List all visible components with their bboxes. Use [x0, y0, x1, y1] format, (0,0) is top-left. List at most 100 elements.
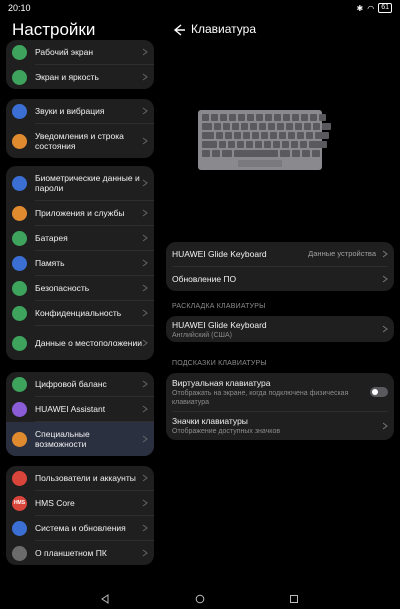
system-icon: [12, 520, 27, 536]
chevron-right-icon: [142, 284, 148, 292]
settings-item-label: Безопасность: [35, 282, 90, 293]
nav-recents-icon[interactable]: [289, 594, 299, 604]
settings-item-label: Память: [35, 257, 65, 268]
chevron-right-icon: [142, 234, 148, 242]
settings-item-system[interactable]: Система и обновления: [6, 516, 154, 540]
hms-icon: HMS: [12, 495, 27, 511]
navigation-bar: [0, 590, 400, 609]
settings-item-display[interactable]: Экран и яркость: [6, 65, 154, 89]
storage-icon: [12, 255, 27, 271]
settings-item-shield[interactable]: Безопасность: [6, 276, 154, 300]
settings-item-label: Цифровой баланс: [35, 378, 107, 389]
chevron-right-icon: [142, 435, 148, 443]
accessibility-icon: [12, 431, 27, 447]
section-keyboard-layout: РАСКЛАДКА КЛАВИАТУРЫ: [172, 303, 266, 310]
settings-item-storage[interactable]: Память: [6, 251, 154, 275]
glide-keyboard-device-item[interactable]: HUAWEI Glide Keyboard Данные устройства: [166, 242, 394, 266]
info-icon: [12, 545, 27, 561]
settings-item-digital-balance[interactable]: Цифровой баланс: [6, 372, 154, 396]
settings-item-privacy[interactable]: Конфиденциальность: [6, 301, 154, 325]
chevron-right-icon: [382, 275, 388, 283]
chevron-right-icon: [142, 549, 148, 557]
settings-item-location[interactable]: Данные о местоположении: [6, 326, 154, 360]
keyboard-page-title: Клавиатура: [191, 22, 256, 36]
settings-item-apps[interactable]: Приложения и службы: [6, 201, 154, 225]
assistant-icon: [12, 401, 27, 417]
settings-item-label: Пользователи и аккаунты: [35, 472, 136, 483]
chevron-right-icon: [382, 422, 388, 430]
chevron-right-icon: [142, 137, 148, 145]
settings-item-label: Биометрические данные и пароли: [35, 172, 140, 194]
settings-item-user[interactable]: Пользователи и аккаунты: [6, 466, 154, 490]
keyboard-hints-group: Виртуальная клавиатура Отображать на экр…: [166, 373, 394, 440]
battery-icon: [12, 230, 27, 246]
chevron-right-icon: [142, 259, 148, 267]
chevron-right-icon: [382, 250, 388, 258]
nav-back-icon[interactable]: [100, 594, 110, 604]
layout-item[interactable]: HUAWEI Glide Keyboard Английский (США): [166, 316, 394, 340]
settings-item-label: Уведомления и строка состояния: [35, 130, 124, 152]
settings-item-label: Экран и яркость: [35, 71, 99, 82]
chevron-right-icon: [142, 209, 148, 217]
nav-home-icon[interactable]: [195, 594, 205, 604]
keyboard-info-group: HUAWEI Glide Keyboard Данные устройства …: [166, 242, 394, 291]
keyboard-layout-group: HUAWEI Glide Keyboard Английский (США): [166, 316, 394, 342]
settings-item-hms[interactable]: HMS HMS Core: [6, 491, 154, 515]
settings-item-label: Данные о местоположении: [35, 337, 142, 348]
settings-item-label: Батарея: [35, 232, 68, 243]
settings-item-label: HUAWEI Assistant: [35, 403, 106, 414]
notification-icon: [12, 133, 27, 149]
status-clock: 20:10: [8, 3, 31, 13]
apps-icon: [12, 205, 27, 221]
settings-group: Звуки и вибрация Уведомления и строка сос…: [6, 99, 154, 158]
settings-item-label: Звуки и вибрация: [35, 105, 105, 116]
chevron-right-icon: [142, 380, 148, 388]
settings-item-info[interactable]: О планшетном ПК: [6, 541, 154, 565]
status-bar: 20:10 ✱ ◠ 61: [0, 0, 400, 16]
settings-group: Цифровой баланс HUAWEI Assistant Специальн…: [6, 372, 154, 456]
chevron-right-icon: [142, 474, 148, 482]
chevron-right-icon: [142, 73, 148, 81]
chevron-right-icon: [142, 339, 148, 347]
settings-item-assistant[interactable]: HUAWEI Assistant: [6, 397, 154, 421]
keyboard-icons-item[interactable]: Значки клавиатуры Отображение доступных …: [166, 412, 394, 440]
wifi-icon: ◠: [367, 3, 375, 13]
virtual-keyboard-item[interactable]: Виртуальная клавиатура Отображать на экр…: [166, 373, 394, 411]
settings-group: Пользователи и аккаунты HMS HMS Core Систем…: [6, 466, 154, 565]
settings-group: Биометрические данные и пароли Приложения…: [6, 166, 154, 360]
chevron-right-icon: [142, 309, 148, 317]
keyboard-illustration: [198, 110, 331, 170]
fingerprint-icon: [12, 175, 27, 191]
bluetooth-icon: ✱: [356, 3, 364, 13]
privacy-icon: [12, 305, 27, 321]
chevron-right-icon: [142, 499, 148, 507]
status-icons: ✱ ◠ 61: [357, 3, 392, 13]
chevron-right-icon: [142, 405, 148, 413]
settings-item-sound[interactable]: Звуки и вибрация: [6, 99, 154, 123]
software-update-item[interactable]: Обновление ПО: [166, 267, 394, 291]
settings-item-battery[interactable]: Батарея: [6, 226, 154, 250]
settings-item-fingerprint[interactable]: Биометрические данные и пароли: [6, 166, 154, 200]
settings-item-accessibility[interactable]: Специальные возможности: [6, 422, 154, 456]
settings-item-label: О планшетном ПК: [35, 547, 107, 558]
section-keyboard-hints: ПОДСКАЗКИ КЛАВИАТУРЫ: [172, 360, 267, 367]
battery-indicator: 61: [378, 3, 392, 13]
chevron-right-icon: [142, 179, 148, 187]
settings-item-label: Приложения и службы: [35, 207, 125, 218]
back-arrow-icon[interactable]: [171, 22, 187, 38]
chevron-right-icon: [142, 107, 148, 115]
device-data-value: Данные устройства: [308, 249, 376, 258]
settings-item-label: Рабочий экран: [35, 46, 94, 57]
settings-item-notification[interactable]: Уведомления и строка состояния: [6, 124, 154, 158]
virtual-keyboard-toggle[interactable]: [370, 387, 388, 397]
shield-icon: [12, 280, 27, 296]
display-icon: [12, 69, 27, 85]
chevron-right-icon: [142, 48, 148, 56]
chevron-right-icon: [382, 325, 388, 333]
chevron-right-icon: [142, 524, 148, 532]
user-icon: [12, 470, 27, 486]
settings-group: Рабочий экран Экран и яркость: [6, 40, 154, 89]
settings-item-label: Специальные возможности: [35, 428, 90, 450]
settings-title: Настройки: [12, 20, 96, 39]
settings-item-home-screen[interactable]: Рабочий экран: [6, 40, 154, 64]
